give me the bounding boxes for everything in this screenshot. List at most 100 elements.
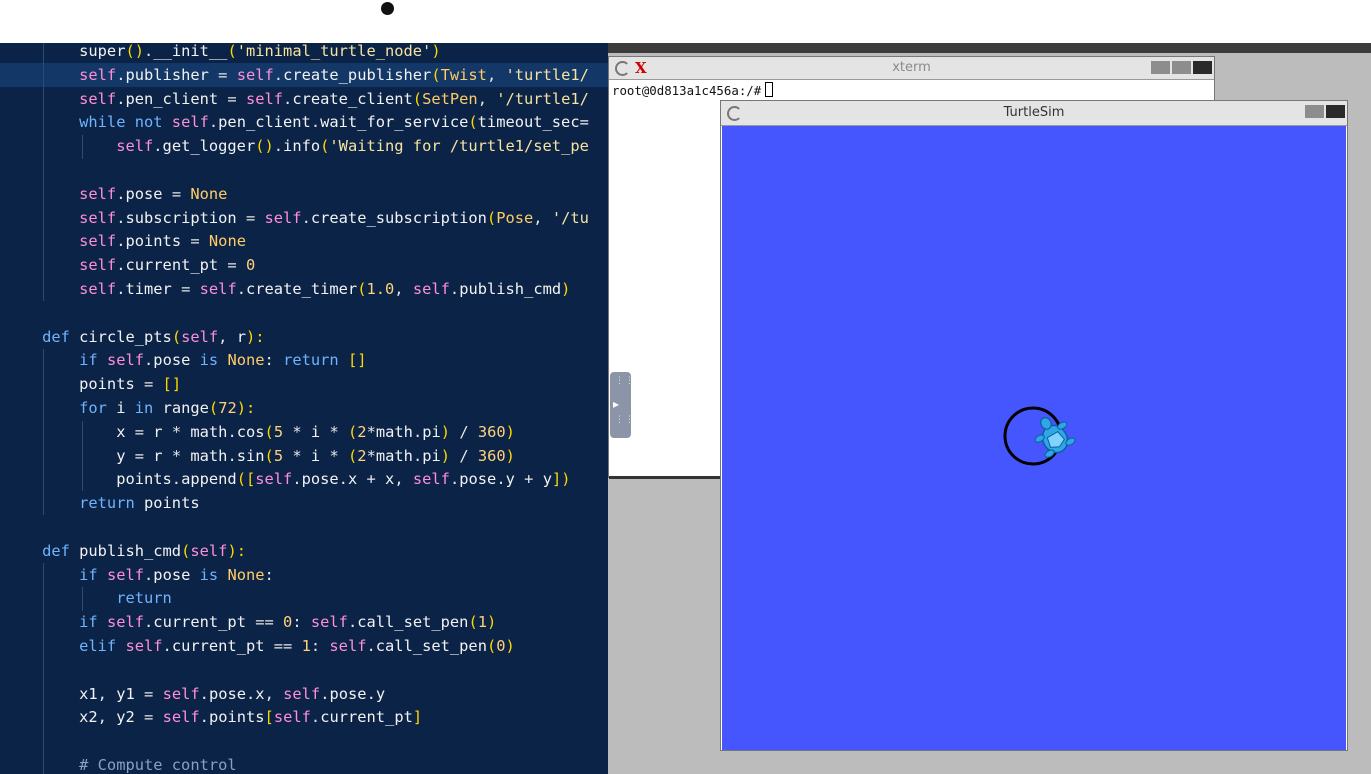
code-token: + [366,470,386,489]
code-token: ( [486,208,497,227]
code-token: call_set_pen [375,637,487,655]
code-line[interactable]: for i in range(72): [5,396,255,420]
code-token: elif [5,637,126,655]
code-token: . [144,43,154,60]
code-editor[interactable]: super().__init__('minimal_turtle_node') … [0,43,608,774]
code-line[interactable]: if self.current_pt == 0: self.call_set_p… [5,610,496,634]
code-line[interactable]: super().__init__('minimal_turtle_node') [5,43,440,63]
code-token: self [106,613,145,632]
code-token: self [255,470,293,489]
code-line[interactable]: self.pose = None [5,182,227,206]
code-token: . [310,113,321,132]
code-token: self [5,89,117,108]
close-button[interactable] [1193,61,1212,74]
code-line[interactable]: elif self.current_pt == 1: self.call_set… [5,634,515,658]
code-line[interactable]: x2, y2 = self.points[self.current_pt] [5,705,422,729]
code-token: . [227,422,237,441]
code-token: . [496,470,506,489]
code-token: None [227,565,265,584]
code-token: publisher [125,65,219,84]
code-token: : [264,351,284,370]
code-line[interactable]: x1, y1 = self.pose.x, self.pose.y [5,682,385,706]
code-token: * [329,422,349,441]
code-line[interactable]: if self.pose is None: return [] [5,348,366,372]
code-line[interactable]: return [5,586,172,610]
code-token: self [5,256,117,275]
xterm-title: xterm [892,60,931,75]
code-token: . [208,113,219,132]
code-line[interactable]: while not self.pen_client.wait_for_servi… [5,110,589,134]
turtlesim-window-buttons [1305,105,1345,118]
code-token: 360 [477,422,506,441]
minimize-button[interactable] [1305,105,1324,118]
code-token: = [218,65,237,84]
code-token: 'minimal_turtle_node' [236,43,432,60]
code-line[interactable]: points.append([self.pose.x + x, self.pos… [5,467,570,491]
code-line[interactable]: self.subscription = self.create_subscrip… [5,206,589,230]
code-line[interactable]: y = r * math.sin(5 * i * (2*math.pi) / 3… [5,444,515,468]
terminal-prompt[interactable]: root@0d813a1c456a:/# [612,82,774,98]
code-line[interactable]: self.pen_client = self.create_client(Set… [5,87,589,111]
code-token: x1 [5,684,98,703]
code-token: wait_for_service [320,113,469,132]
turtlesim-window[interactable]: TurtleSim [720,100,1348,751]
code-token: . [412,446,423,465]
code-token: ) [440,422,451,441]
code-token: . [162,637,172,655]
turtlesim-titlebar[interactable]: TurtleSim [721,101,1347,126]
code-token: ( [264,446,274,465]
code-line[interactable]: # Compute control [5,753,237,774]
maximize-button[interactable] [1172,61,1191,74]
code-line[interactable]: return points [5,491,199,515]
code-token: , [477,89,497,108]
code-line[interactable]: points = [] [5,372,181,396]
close-button[interactable] [1326,105,1345,118]
code-token: . [144,565,154,584]
code-token: 2 [357,446,367,465]
code-token: self [236,65,274,84]
code-token: . [246,684,256,703]
code-token: ( [227,43,237,60]
code-token: r [153,422,172,441]
code-token: . [236,280,246,298]
code-token: ): [246,327,265,346]
grip-dots-icon: ⋮⋮ [615,376,635,386]
code-line[interactable]: if self.pose is None: [5,563,274,587]
code-token: pose [459,470,497,489]
code-line[interactable]: self.publisher = self.create_publisher(T… [5,63,589,87]
code-token: x [385,470,395,489]
code-token: x2 [5,708,98,727]
code-line[interactable]: self.timer = self.create_timer(1.0, self… [5,277,570,301]
minimize-button[interactable] [1151,61,1170,74]
code-token: ): [227,541,246,560]
code-token: ([ [236,470,256,489]
code-token: self [190,541,228,560]
xterm-titlebar[interactable]: X xterm [609,57,1214,80]
code-token: current_pt [171,637,274,655]
code-token: [ [264,708,274,727]
code-token: == [255,613,284,632]
code-line[interactable]: x = r * math.cos(5 * i * (2*math.pi) / 3… [5,420,515,444]
code-token: ) [505,422,515,441]
code-token: / [450,446,478,465]
code-line[interactable]: def circle_pts(self, r): [5,325,265,349]
code-token: * [292,422,311,441]
code-token: self [5,280,117,298]
side-panel-handle[interactable]: ⋮⋮ ▸ ⋮⋮ [610,372,634,438]
code-token: if [5,613,107,632]
code-token: self [5,232,117,251]
code-token: , [394,280,413,298]
code-line[interactable]: self.get_logger().info('Waiting for /tur… [5,134,589,158]
code-token: 1 [477,613,487,632]
code-token: i [310,446,330,465]
turtlesim-drawing [1003,406,1076,466]
code-token: math [375,422,413,441]
code-line[interactable]: self.points = None [5,229,246,253]
code-token: info [283,137,321,156]
code-token: ) [505,446,515,465]
code-token: publish_cmd [79,541,182,560]
code-token: self [245,89,284,108]
code-line[interactable]: def publish_cmd(self): [5,539,246,563]
code-token: = [227,256,246,275]
code-line[interactable]: self.current_pt = 0 [5,253,255,277]
